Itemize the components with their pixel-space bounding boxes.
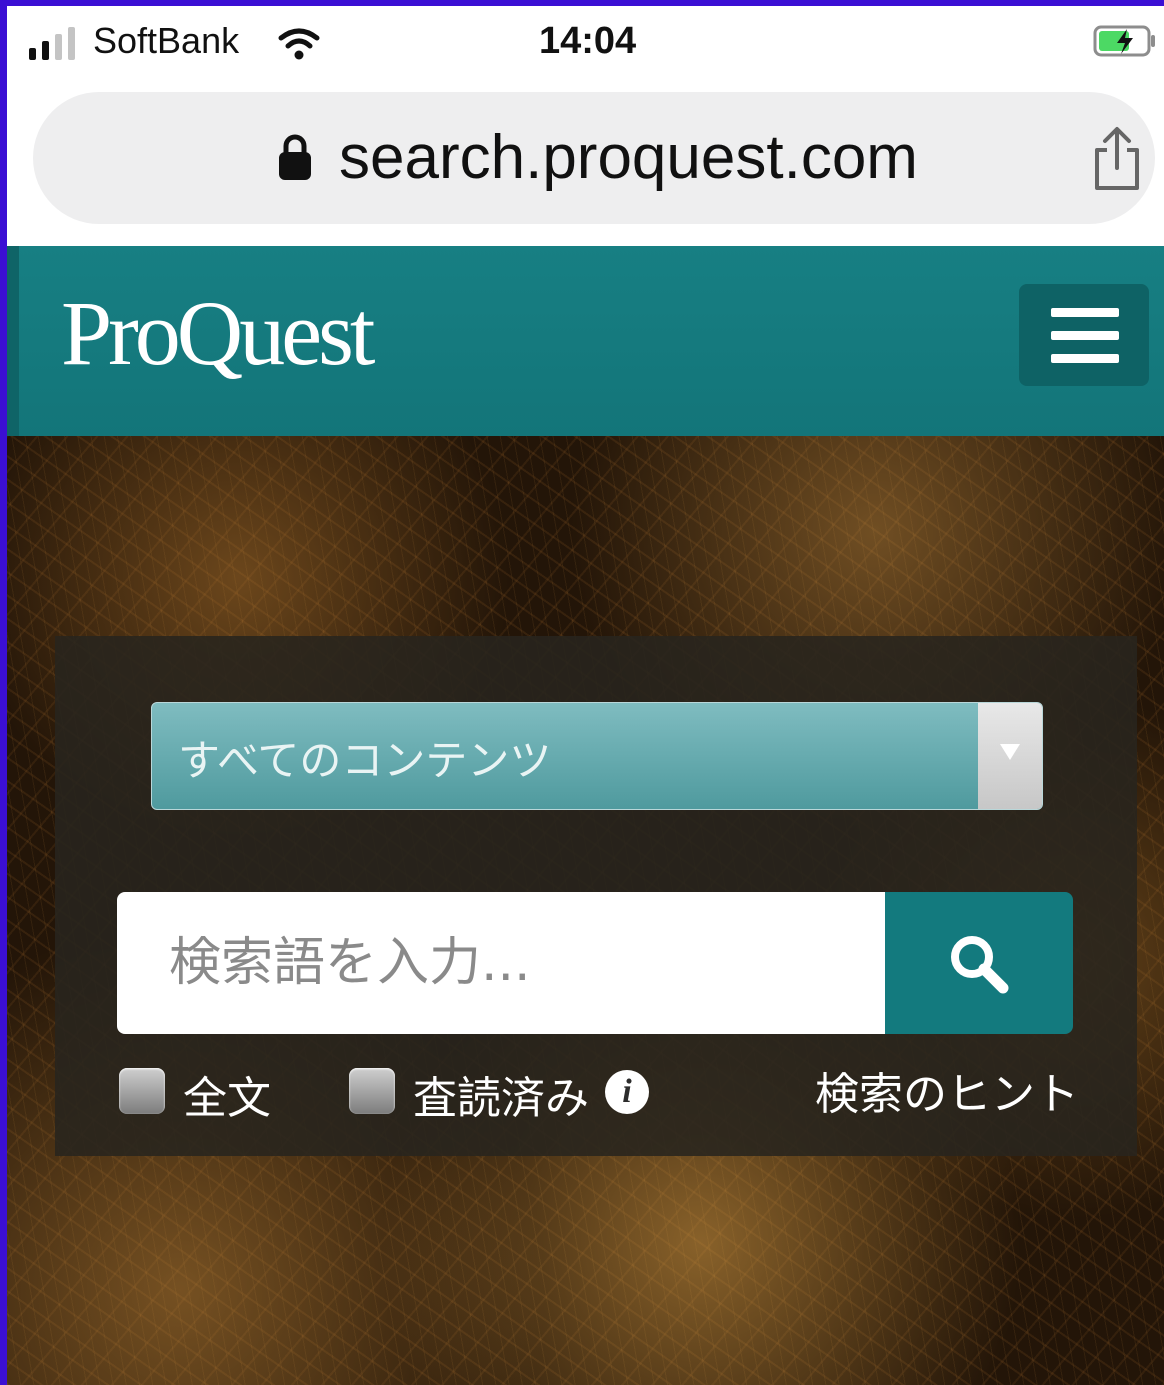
info-icon[interactable]: i (605, 1070, 649, 1114)
full-text-checkbox[interactable] (119, 1068, 165, 1114)
url-text: search.proquest.com (339, 123, 918, 192)
signal-strength-icon (29, 24, 89, 60)
search-input[interactable] (117, 892, 885, 1034)
hamburger-menu-button[interactable] (1019, 284, 1149, 386)
chevron-down-icon (1000, 744, 1020, 760)
select-value: すべてのコンテンツ (178, 736, 552, 785)
proquest-logo[interactable]: ProQuest (61, 280, 375, 386)
search-panel: すべてのコンテンツ 全文 査読済み i 検索のヒント (55, 636, 1137, 1156)
peer-reviewed-label: 査読済み (413, 1073, 589, 1124)
phone-screen: SoftBank 14:04 search.proquest.com ProQu… (7, 6, 1164, 1385)
wifi-icon (278, 28, 320, 60)
site-header: ProQuest (7, 246, 1164, 436)
address-bar[interactable]: search.proquest.com (33, 92, 1155, 224)
dropdown-toggle[interactable] (978, 703, 1042, 809)
lock-icon (279, 134, 311, 180)
battery-charging-icon (1093, 25, 1155, 57)
full-text-label: 全文 (183, 1073, 271, 1124)
status-bar: SoftBank 14:04 (7, 6, 1164, 76)
peer-reviewed-checkbox[interactable] (349, 1068, 395, 1114)
share-icon[interactable] (1089, 126, 1145, 192)
magnifier-icon (951, 936, 1009, 994)
hamburger-menu-icon (1051, 308, 1119, 317)
content-type-select[interactable]: すべてのコンテンツ (151, 702, 1043, 810)
clock: 14:04 (539, 20, 637, 62)
search-tips-link[interactable]: 検索のヒント (815, 1058, 1079, 1122)
carrier-name: SoftBank (93, 20, 240, 61)
search-button[interactable] (885, 892, 1073, 1034)
